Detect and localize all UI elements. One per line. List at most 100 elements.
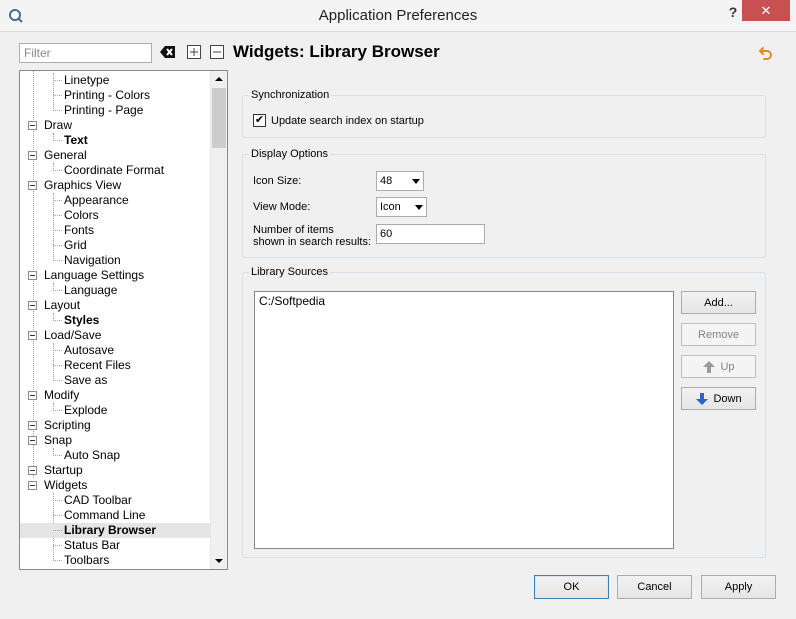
filter-input[interactable] xyxy=(19,43,152,63)
library-sources-list[interactable]: C:/Softpedia xyxy=(254,291,674,549)
tree-item[interactable]: Recent Files xyxy=(20,358,210,373)
collapse-icon[interactable] xyxy=(28,391,37,400)
clear-filter-icon[interactable] xyxy=(160,44,176,60)
tree-item[interactable]: Save as xyxy=(20,373,210,388)
collapse-icon[interactable] xyxy=(28,331,37,340)
tree-item[interactable]: Scripting xyxy=(20,418,210,433)
tree-item-label: Command Line xyxy=(64,508,146,522)
tree-item-label: Styles xyxy=(64,313,100,327)
tree-item-label: Language Settings xyxy=(44,268,145,282)
tree-item[interactable]: Coordinate Format xyxy=(20,163,210,178)
num-items-input[interactable]: 60 xyxy=(376,224,485,244)
tree-item-label: Text xyxy=(64,133,88,147)
tree-item-label: Language xyxy=(64,283,118,297)
tree-connector xyxy=(53,545,62,546)
remove-source-button[interactable]: Remove xyxy=(681,323,756,346)
tree-item[interactable]: Status Bar xyxy=(20,538,210,553)
collapse-icon[interactable] xyxy=(28,181,37,190)
collapse-icon[interactable] xyxy=(28,466,37,475)
tree-item[interactable]: General xyxy=(20,148,210,163)
tree-item[interactable]: Colors xyxy=(20,208,210,223)
tree-item[interactable]: Toolbars xyxy=(20,553,210,568)
list-item[interactable]: C:/Softpedia xyxy=(259,294,325,309)
tree-item-label: Toolbars xyxy=(64,553,110,567)
arrow-up-icon xyxy=(703,360,716,373)
tree-connector xyxy=(53,245,62,246)
move-up-button[interactable]: Up xyxy=(681,355,756,378)
tree-connector xyxy=(53,110,62,111)
tree-item[interactable]: Text xyxy=(20,133,210,148)
collapse-icon[interactable] xyxy=(28,301,37,310)
tree-item[interactable]: Fonts xyxy=(20,223,210,238)
update-index-checkbox[interactable]: ✔ xyxy=(253,114,266,127)
library-sources-group: Library Sources C:/Softpedia Add... Remo… xyxy=(242,265,766,558)
tree-item-label: Library Browser xyxy=(64,523,157,537)
tree-item[interactable]: Explode xyxy=(20,403,210,418)
tree-item-label: Printing - Page xyxy=(64,103,144,117)
update-index-label: Update search index on startup xyxy=(271,115,424,127)
tree-item[interactable]: Printing - Colors xyxy=(20,88,210,103)
apply-label: Apply xyxy=(724,581,753,593)
view-mode-select[interactable]: Icon xyxy=(376,197,427,217)
tree-item[interactable]: Layout xyxy=(20,298,210,313)
tree-item[interactable]: Auto Snap xyxy=(20,448,210,463)
tree-item-label: Colors xyxy=(64,208,99,222)
tree-item[interactable]: Navigation xyxy=(20,253,210,268)
tree-item[interactable]: Load/Save xyxy=(20,328,210,343)
scroll-up-button[interactable] xyxy=(211,71,227,87)
tree-item[interactable]: CAD Toolbar xyxy=(20,493,210,508)
move-down-button[interactable]: Down xyxy=(681,387,756,410)
display-options-group: Display Options Icon Size: 48 View Mode:… xyxy=(242,147,766,258)
cancel-button[interactable]: Cancel xyxy=(617,575,692,599)
display-options-legend: Display Options xyxy=(249,147,331,161)
tree-item[interactable]: Draw xyxy=(20,118,210,133)
apply-button[interactable]: Apply xyxy=(701,575,776,599)
expand-all-icon[interactable] xyxy=(186,44,202,60)
window-title: Application Preferences xyxy=(318,7,478,24)
tree-item[interactable]: Styles xyxy=(20,313,210,328)
tree-item[interactable]: Language Settings xyxy=(20,268,210,283)
tree-item[interactable]: Widgets xyxy=(20,478,210,493)
tree-item[interactable]: Printing - Page xyxy=(20,103,210,118)
tree-connector xyxy=(53,380,62,381)
collapse-icon[interactable] xyxy=(28,421,37,430)
icon-size-select[interactable]: 48 xyxy=(376,171,424,191)
ok-button[interactable]: OK xyxy=(534,575,609,599)
tree-item-label: Linetype xyxy=(64,73,110,87)
tree-item-label: Navigation xyxy=(64,253,121,267)
tree-item-label: Layout xyxy=(44,298,81,312)
collapse-icon[interactable] xyxy=(28,271,37,280)
scroll-down-icon xyxy=(215,559,223,563)
collapse-all-icon[interactable] xyxy=(209,44,225,60)
preferences-tree[interactable]: Linetype Printing - Colors Printing - Page… xyxy=(19,70,228,570)
tree-item[interactable]: Graphics View xyxy=(20,178,210,193)
tree-item[interactable]: Language xyxy=(20,283,210,298)
scroll-thumb[interactable] xyxy=(212,88,226,148)
tree-item[interactable]: Snap xyxy=(20,433,210,448)
add-source-button[interactable]: Add... xyxy=(681,291,756,314)
tree-item[interactable]: Modify xyxy=(20,388,210,403)
tree-connector xyxy=(53,230,62,231)
tree-item[interactable]: Startup xyxy=(20,463,210,478)
tree-scrollbar[interactable] xyxy=(210,71,227,569)
close-button[interactable]: ✕ xyxy=(742,0,790,21)
tree-item-label: Draw xyxy=(44,118,73,132)
tree-item[interactable]: Autosave xyxy=(20,343,210,358)
tree-item[interactable]: Grid xyxy=(20,238,210,253)
reset-icon[interactable] xyxy=(757,45,773,61)
collapse-icon[interactable] xyxy=(28,436,37,445)
tree-connector xyxy=(53,170,62,171)
tree-item[interactable]: Command Line xyxy=(20,508,210,523)
tree-item[interactable]: Library Browser xyxy=(20,523,210,538)
scroll-down-button[interactable] xyxy=(211,553,227,569)
tree-item-label: Fonts xyxy=(64,223,95,237)
collapse-icon[interactable] xyxy=(28,121,37,130)
tree-item[interactable]: Linetype xyxy=(20,73,210,88)
collapse-icon[interactable] xyxy=(28,151,37,160)
help-button[interactable]: ? xyxy=(726,4,740,22)
tree-item-label: Explode xyxy=(64,403,108,417)
collapse-icon[interactable] xyxy=(28,481,37,490)
tree-item[interactable]: Appearance xyxy=(20,193,210,208)
tree-item-label: Scripting xyxy=(44,418,91,432)
tree-item-label: Snap xyxy=(44,433,73,447)
